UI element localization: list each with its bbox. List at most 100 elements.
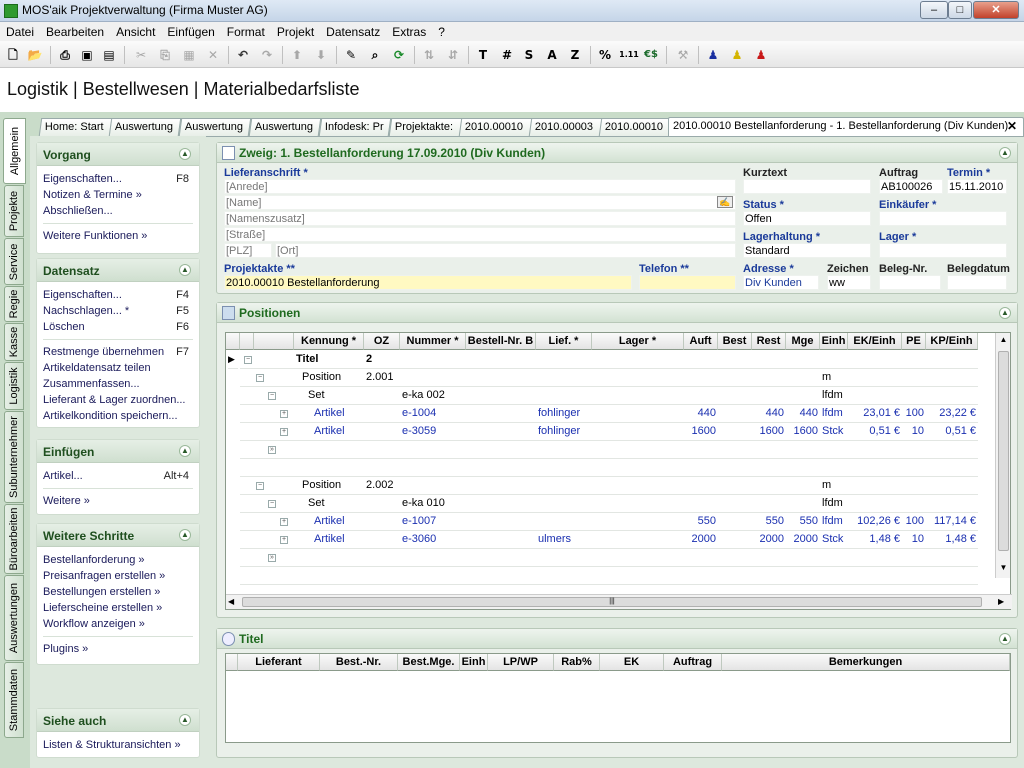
cell-kp[interactable] — [928, 495, 978, 513]
cell-ek[interactable]: 0,51 € — [850, 423, 902, 441]
cell-einh[interactable]: Stck — [822, 423, 848, 441]
menu-datei[interactable]: Datei — [0, 22, 40, 39]
cell-lief[interactable]: ulmers — [538, 531, 592, 549]
cell-kp[interactable] — [928, 351, 978, 369]
row-selector-icon[interactable]: ▶ — [228, 351, 238, 369]
lieferant-lager-link[interactable]: Lieferant & Lager zuordnen... — [37, 392, 199, 408]
cell-mge[interactable] — [788, 495, 820, 513]
col-best[interactable]: Best — [718, 333, 752, 350]
cell-ek[interactable] — [850, 387, 902, 405]
delete-icon[interactable]: ✕ — [204, 46, 222, 64]
cell-auft[interactable] — [686, 495, 718, 513]
cell-einh[interactable] — [822, 351, 848, 369]
cell-rest[interactable]: 440 — [754, 405, 786, 423]
cell-mge[interactable]: 440 — [788, 405, 820, 423]
cell-kp[interactable] — [928, 387, 978, 405]
cell-pe[interactable] — [904, 387, 926, 405]
cell-pe[interactable] — [904, 369, 926, 387]
col-lp-wp[interactable]: LP/WP — [488, 654, 554, 671]
projektakte-field[interactable]: 2010.00010 Bestellanforderung — [224, 275, 632, 290]
col-bemerkungen[interactable]: Bemerkungen — [722, 654, 1010, 671]
bestellanforderung-link[interactable]: Bestellanforderung » — [37, 552, 199, 568]
cell-lief[interactable]: fohlinger — [538, 405, 592, 423]
menu-format[interactable]: Format — [221, 22, 271, 39]
cell-einh[interactable]: m — [822, 369, 848, 387]
cell-oz[interactable]: 2 — [366, 351, 400, 369]
collapse-icon[interactable]: ▲ — [999, 147, 1011, 159]
zusammenfassen-link[interactable]: Zusammenfassen... — [37, 376, 199, 392]
doctab-auswertung-3[interactable]: Auswertung — [248, 118, 322, 136]
scroll-thumb[interactable] — [998, 351, 1009, 551]
name-field[interactable]: [Name] — [224, 195, 736, 210]
strasse-field[interactable]: [Straße] — [224, 227, 736, 242]
format-z-button[interactable]: Z — [566, 46, 584, 64]
cell-lief[interactable] — [538, 351, 592, 369]
print-preview-icon[interactable]: ▣ — [78, 46, 96, 64]
collapse-icon[interactable]: ▲ — [999, 307, 1011, 319]
weitere-link[interactable]: Weitere » — [37, 493, 199, 509]
cell-ek[interactable] — [850, 477, 902, 495]
doctab-2010-00003[interactable]: 2010.00003 — [528, 118, 604, 136]
expand-more-icon[interactable]: » — [268, 554, 276, 562]
cell-best[interactable] — [720, 495, 752, 513]
find-icon[interactable]: ⌕ — [366, 46, 384, 64]
cell-lief[interactable] — [538, 387, 592, 405]
col-auftrag[interactable]: Auftrag — [664, 654, 722, 671]
expand-more-icon[interactable]: » — [268, 446, 276, 454]
cell-nr[interactable] — [402, 351, 466, 369]
datensatz-nachschlagen-link[interactable]: Nachschlagen... * F5 — [37, 303, 199, 319]
cell-auft[interactable]: 550 — [686, 513, 718, 531]
tree-toggle-icon[interactable]: − — [256, 482, 264, 490]
telefon-field[interactable] — [639, 275, 736, 290]
titel-header[interactable]: Titel ▲ — [217, 629, 1017, 649]
doctab-2010-00010-a[interactable]: 2010.00010 — [458, 118, 534, 136]
cell-nr[interactable]: e-1004 — [402, 405, 466, 423]
cell-best[interactable] — [720, 423, 752, 441]
tree-toggle-icon[interactable]: + — [280, 536, 288, 544]
cell-best[interactable] — [720, 351, 752, 369]
edit-pencil-icon[interactable]: ✎ — [342, 46, 360, 64]
cell-k[interactable]: Artikel — [314, 423, 364, 441]
cell-k[interactable]: Set — [308, 387, 364, 405]
cell-mge[interactable] — [788, 369, 820, 387]
doctab-projektakte[interactable]: Projektakte: — [388, 118, 464, 136]
cell-einh[interactable]: m — [822, 477, 848, 495]
signature-icon[interactable]: ✍ — [717, 196, 733, 208]
table-row[interactable] — [240, 459, 978, 477]
cell-oz[interactable] — [366, 387, 400, 405]
plugins-link[interactable]: Plugins » — [37, 641, 199, 657]
cell-nr[interactable]: e-ka 002 — [402, 387, 466, 405]
tree-toggle-icon[interactable]: + — [280, 410, 288, 418]
table-row[interactable] — [240, 567, 978, 585]
cell-oz[interactable] — [366, 423, 400, 441]
format-hash-button[interactable]: # — [498, 46, 516, 64]
cell-best[interactable] — [720, 369, 752, 387]
cell-lief[interactable] — [538, 369, 592, 387]
cell-nr[interactable]: e-3060 — [402, 531, 466, 549]
cell-mge[interactable]: 2000 — [788, 531, 820, 549]
tree-toggle-icon[interactable]: − — [268, 392, 276, 400]
vtab-allgemein[interactable]: Allgemein — [3, 118, 26, 184]
cell-rest[interactable] — [754, 351, 786, 369]
kurztext-field[interactable] — [743, 179, 871, 194]
cell-einh[interactable]: Stck — [822, 531, 848, 549]
cell-pe[interactable] — [904, 351, 926, 369]
open-folder-icon[interactable]: 📂 — [26, 46, 44, 64]
menu-datensatz[interactable]: Datensatz — [320, 22, 386, 39]
cell-best[interactable] — [720, 387, 752, 405]
tree-toggle-icon[interactable]: + — [280, 428, 288, 436]
cell-lief[interactable]: fohlinger — [538, 423, 592, 441]
anrede-field[interactable]: [Anrede] — [224, 179, 736, 194]
cell-einh[interactable]: lfdm — [822, 387, 848, 405]
cell-best[interactable] — [720, 477, 752, 495]
cell-k[interactable]: Set — [308, 495, 364, 513]
cell-k[interactable]: Position — [302, 369, 364, 387]
vtab-logistik[interactable]: Logistik — [4, 362, 24, 410]
listen-link[interactable]: Listen & Strukturansichten » — [37, 737, 199, 753]
menu-projekt[interactable]: Projekt — [271, 22, 320, 39]
col-mge[interactable]: Mge — [786, 333, 820, 350]
hscroll-thumb[interactable]: ||| — [242, 597, 982, 607]
col-ek[interactable]: EK — [600, 654, 664, 671]
tree-toggle-icon[interactable]: − — [256, 374, 264, 382]
maximize-button[interactable]: □ — [948, 1, 972, 19]
